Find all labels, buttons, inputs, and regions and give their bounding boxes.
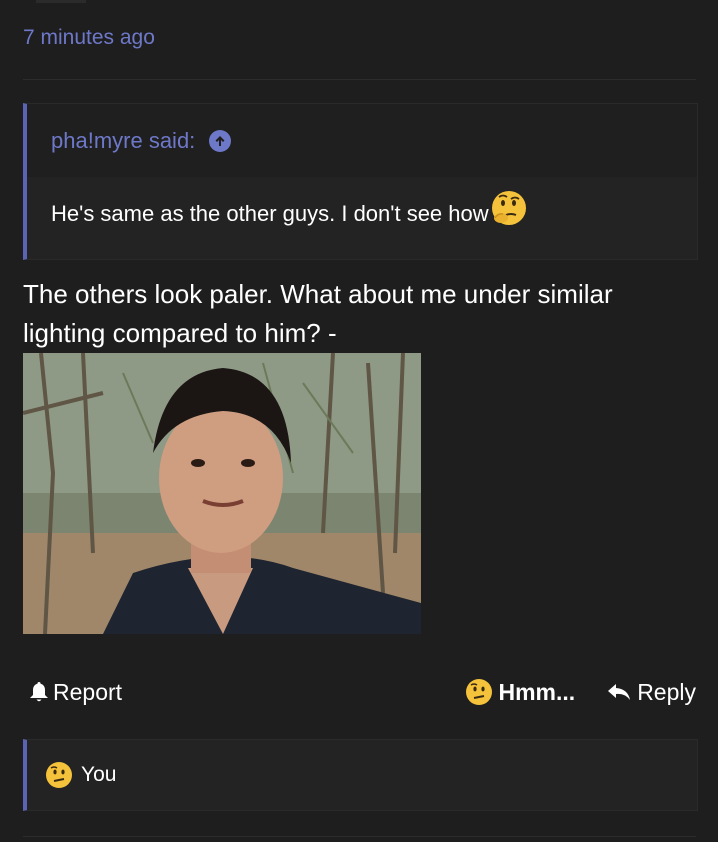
thinking-face-icon <box>491 191 526 225</box>
footer-divider <box>23 836 696 837</box>
reactions-user: You <box>81 763 117 786</box>
jump-to-quote-icon[interactable] <box>209 129 232 152</box>
header-divider <box>23 79 696 80</box>
confused-face-icon <box>465 679 492 705</box>
report-label: Report <box>53 678 123 705</box>
quote-body: He's same as the other guys. I don't see… <box>51 191 529 228</box>
post-actions: Report Hmm... Reply <box>23 672 696 712</box>
reply-button[interactable]: Reply <box>607 679 696 706</box>
attached-photo[interactable] <box>23 353 421 634</box>
reply-label: Reply <box>637 678 696 705</box>
confused-face-icon <box>46 762 72 788</box>
reply-arrow-icon <box>608 684 631 700</box>
report-button[interactable]: Report <box>29 679 122 706</box>
top-edge-tab <box>36 0 86 3</box>
reactions-summary[interactable]: You <box>23 739 698 811</box>
post-timestamp[interactable]: 7 minutes ago <box>23 26 155 50</box>
quote-block: pha!myre said: He's same as the other gu… <box>23 103 698 260</box>
bell-icon <box>30 682 48 702</box>
quote-text: He's same as the other guys. I don't see… <box>51 201 489 226</box>
post-body: The others look paler. What about me und… <box>23 279 613 348</box>
quote-author[interactable]: pha!myre said: <box>51 128 195 154</box>
quote-header: pha!myre said: <box>27 104 697 177</box>
reaction-label: Hmm... <box>498 678 576 705</box>
reaction-button[interactable]: Hmm... <box>465 678 576 706</box>
photo-illustration <box>23 353 421 634</box>
